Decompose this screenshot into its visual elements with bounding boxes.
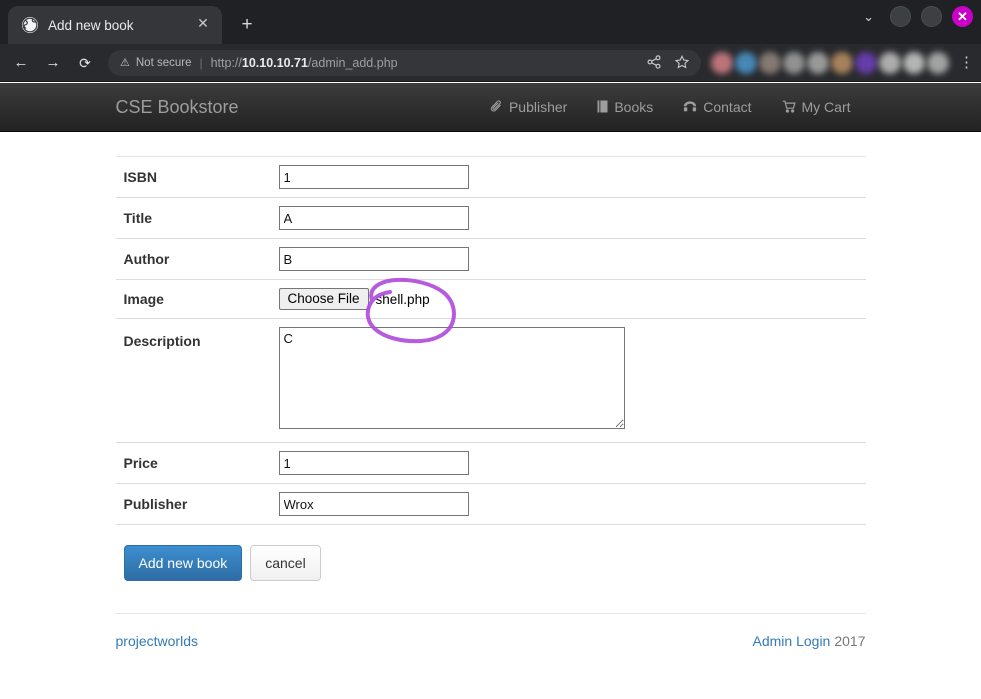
url-scheme: http:// (210, 55, 242, 70)
footer-right: Admin Login 2017 (753, 633, 866, 649)
page-viewport: CSE Bookstore Publisher Books Contact My… (0, 83, 981, 699)
browser-toolbar: ← → ⟳ ⚠ Not secure | http://10.10.10.71/… (0, 44, 981, 82)
nav-item-my-cart[interactable]: My Cart (767, 99, 866, 115)
extension-icon[interactable] (831, 51, 853, 74)
image-label: Image (115, 279, 271, 319)
description-label: Description (115, 318, 271, 443)
form-actions: Add new book cancel (116, 525, 866, 581)
address-bar[interactable]: ⚠ Not secure | http://10.10.10.71/admin_… (108, 49, 701, 76)
price-label: Price (115, 442, 271, 484)
extension-icon[interactable] (855, 51, 877, 74)
extension-icon[interactable] (759, 51, 781, 74)
form-row-publisher: Publisher (115, 483, 866, 525)
extension-icon[interactable] (927, 51, 949, 74)
extension-icon[interactable] (807, 51, 829, 74)
paperclip-icon (490, 99, 503, 115)
security-status-label: Not secure (135, 56, 192, 69)
tab-strip: Add new book ✕ + ⌄ ✕ (0, 0, 981, 44)
footer-wrap: projectworlds Admin Login 2017 (115, 581, 866, 649)
author-label: Author (115, 238, 271, 280)
site-brand[interactable]: CSE Bookstore (116, 97, 239, 118)
extension-icons[interactable] (711, 48, 949, 78)
nav-item-books[interactable]: Books (582, 99, 668, 115)
cancel-button[interactable]: cancel (250, 545, 321, 581)
form-row-author: Author (115, 238, 866, 280)
extension-icon[interactable] (783, 51, 805, 74)
form-row-image: Image Choose File shell.php (115, 279, 866, 319)
page-container: ISBN Title Author Image (115, 132, 866, 649)
forward-button[interactable]: → (40, 50, 66, 76)
globe-icon (22, 17, 38, 33)
omnibox-separator: | (199, 55, 203, 70)
extension-icon[interactable] (735, 51, 757, 74)
title-label: Title (115, 197, 271, 239)
publisher-input[interactable] (278, 492, 469, 516)
form-row-price: Price (115, 442, 866, 484)
selected-filename: shell.php (375, 291, 430, 307)
book-icon (597, 100, 608, 115)
window-controls: ⌄ ✕ (863, 6, 973, 27)
bookmark-star-icon[interactable] (674, 54, 690, 71)
url-host: 10.10.10.71 (241, 55, 308, 70)
site-nav-links: Publisher Books Contact My Cart (475, 99, 866, 115)
tab-close-icon[interactable]: ✕ (194, 16, 212, 34)
add-book-form: ISBN Title Author Image (115, 157, 866, 525)
browser-menu-icon[interactable]: ⋮ (959, 55, 974, 70)
reload-button[interactable]: ⟳ (72, 50, 98, 76)
choose-file-button[interactable]: Choose File (278, 288, 369, 310)
browser-window: Add new book ✕ + ⌄ ✕ ← → ⟳ ⚠ Not secure … (0, 0, 981, 699)
title-input[interactable] (278, 206, 469, 230)
tab-title: Add new book (48, 17, 134, 33)
nav-label: My Cart (801, 99, 851, 115)
nav-item-contact[interactable]: Contact (668, 99, 766, 115)
chevron-down-icon[interactable]: ⌄ (863, 10, 874, 23)
page-footer: projectworlds Admin Login 2017 (116, 614, 866, 649)
description-textarea[interactable] (278, 327, 625, 429)
nav-label: Contact (703, 99, 752, 115)
browser-tab[interactable]: Add new book ✕ (8, 6, 222, 44)
isbn-label: ISBN (115, 157, 271, 198)
extension-icon[interactable] (711, 51, 733, 74)
extension-icon[interactable] (903, 51, 925, 74)
footer-year: 2017 (834, 633, 866, 649)
url-path: /admin_add.php (307, 55, 398, 70)
minimize-button[interactable] (890, 6, 911, 27)
extension-icon[interactable] (879, 51, 901, 74)
footer-projectworlds-link[interactable]: projectworlds (116, 633, 198, 649)
share-icon[interactable] (647, 54, 661, 71)
footer-admin-login-link[interactable]: Admin Login (753, 633, 831, 649)
warning-icon[interactable]: ⚠ (120, 56, 130, 69)
nav-label: Publisher (508, 99, 568, 115)
price-input[interactable] (278, 451, 469, 475)
cart-icon (782, 100, 796, 115)
nav-item-publisher[interactable]: Publisher (475, 99, 582, 115)
publisher-label: Publisher (115, 483, 271, 525)
form-row-description: Description (115, 318, 866, 443)
new-tab-button[interactable]: + (236, 15, 258, 34)
window-close-button[interactable]: ✕ (952, 6, 973, 27)
form-row-title: Title (115, 197, 866, 239)
isbn-input[interactable] (278, 165, 469, 189)
maximize-button[interactable] (921, 6, 942, 27)
phone-icon (683, 100, 697, 115)
nav-label: Books (614, 99, 654, 115)
add-new-book-button[interactable]: Add new book (123, 545, 243, 581)
form-row-isbn: ISBN (115, 157, 866, 198)
site-navbar: CSE Bookstore Publisher Books Contact My… (0, 83, 981, 132)
url-text: http://10.10.10.71/admin_add.php (211, 56, 639, 70)
back-button[interactable]: ← (8, 50, 34, 76)
author-input[interactable] (278, 247, 469, 271)
